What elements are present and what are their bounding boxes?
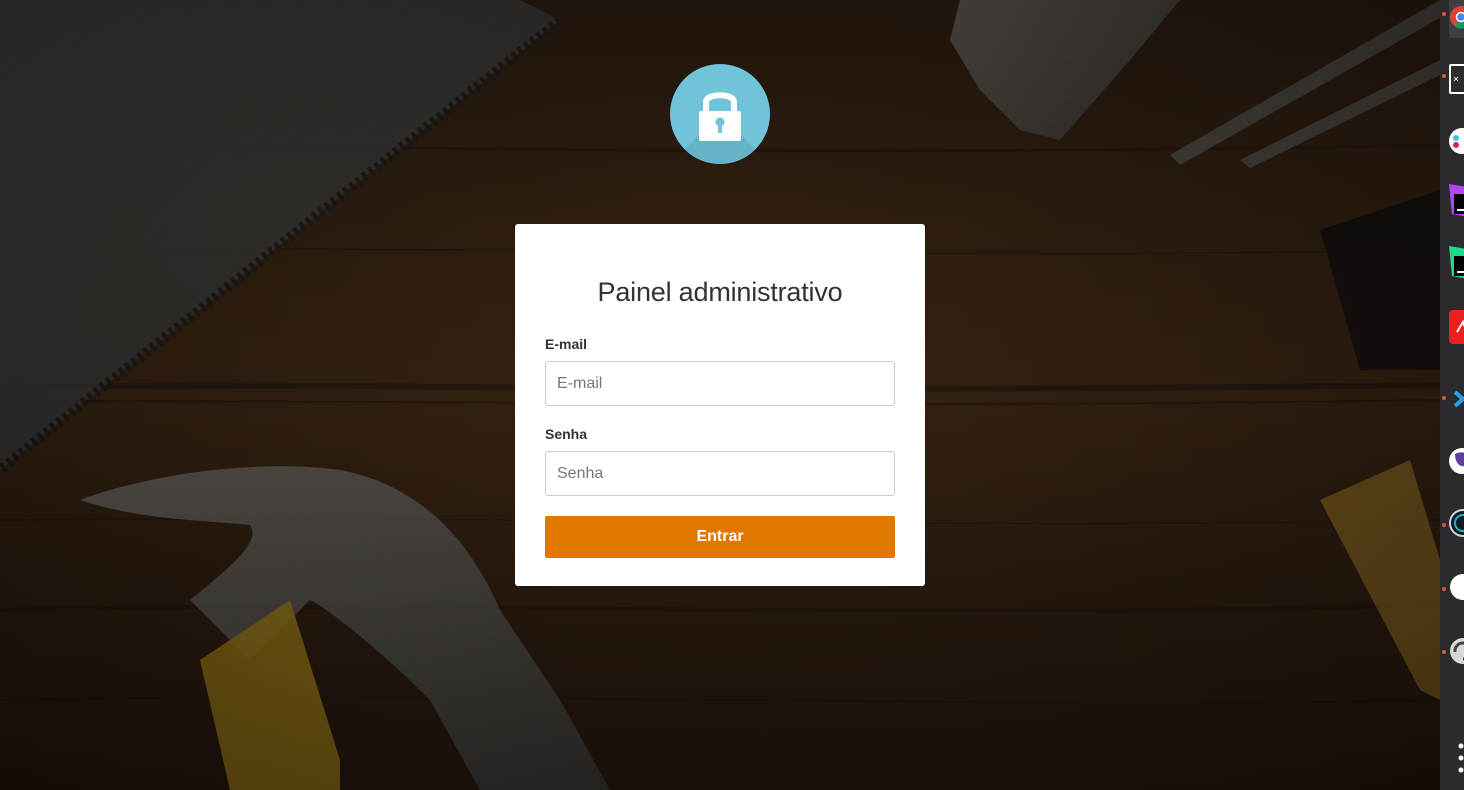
- app-circle-icon[interactable]: [1449, 568, 1464, 606]
- running-indicator: [1442, 12, 1446, 16]
- login-button[interactable]: Entrar: [545, 516, 895, 558]
- audio-app-icon[interactable]: [1449, 504, 1464, 542]
- vscode-icon[interactable]: [1449, 380, 1464, 418]
- email-field[interactable]: [545, 361, 895, 406]
- app-dock: ×: [1440, 0, 1464, 790]
- acrobat-icon[interactable]: [1449, 308, 1464, 346]
- running-indicator: [1442, 396, 1446, 400]
- pycharm-icon[interactable]: [1449, 244, 1464, 282]
- running-indicator: [1442, 74, 1446, 78]
- phpstorm-icon[interactable]: [1449, 182, 1464, 220]
- password-field[interactable]: [545, 451, 895, 496]
- show-apps-icon[interactable]: [1458, 742, 1464, 778]
- lock-icon: [670, 92, 770, 164]
- email-label: E-mail: [545, 336, 588, 352]
- svg-text:×: ×: [1453, 74, 1459, 85]
- login-card: Painel administrativo E-mail Senha Entra…: [515, 224, 925, 586]
- slack-icon[interactable]: [1449, 122, 1464, 160]
- password-label: Senha: [545, 426, 588, 442]
- running-indicator: [1442, 523, 1446, 527]
- login-page: Painel administrativo E-mail Senha Entra…: [0, 0, 1464, 790]
- postgres-icon[interactable]: [1449, 442, 1464, 480]
- running-indicator: [1442, 650, 1446, 654]
- lock-badge: [670, 64, 770, 164]
- chrome-icon[interactable]: [1445, 0, 1464, 42]
- refresh-app-icon[interactable]: [1449, 632, 1464, 670]
- running-indicator: [1442, 587, 1446, 591]
- page-title: Painel administrativo: [597, 277, 843, 307]
- terminal-icon[interactable]: ×: [1449, 60, 1464, 98]
